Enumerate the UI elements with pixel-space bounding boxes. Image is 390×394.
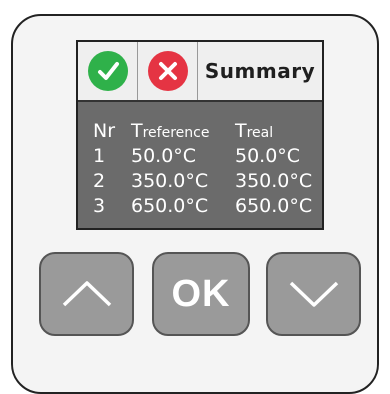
screen-header: Summary bbox=[78, 42, 322, 102]
header-nr: Nr bbox=[93, 120, 116, 142]
row-nr: 1 bbox=[93, 145, 106, 167]
chevron-up-icon bbox=[62, 281, 111, 307]
table-header: Nr Treference Treal bbox=[90, 120, 322, 145]
row-reference: 50.0°C bbox=[131, 145, 197, 167]
row-nr: 2 bbox=[93, 170, 106, 192]
header-treference-prefix: T bbox=[131, 120, 143, 142]
row-real: 350.0°C bbox=[235, 170, 313, 192]
ok-button[interactable]: OK bbox=[152, 252, 250, 336]
row-real: 650.0°C bbox=[235, 195, 313, 217]
header-treal-prefix: T bbox=[235, 120, 247, 142]
header-treal-sub: real bbox=[246, 125, 274, 141]
header-treference: Treference bbox=[131, 120, 209, 142]
down-button[interactable] bbox=[266, 252, 361, 336]
row-nr: 3 bbox=[93, 195, 106, 217]
table-row: 3 650.0°C 650.0°C bbox=[90, 195, 322, 220]
table-row: 1 50.0°C 50.0°C bbox=[90, 145, 322, 170]
ok-button-label: OK bbox=[171, 272, 231, 315]
screen-title: Summary bbox=[204, 59, 316, 83]
cross-icon bbox=[147, 51, 188, 91]
up-button[interactable] bbox=[39, 252, 134, 336]
display-screen: Summary Nr Treference Treal 1 50.0°C 50.… bbox=[76, 40, 324, 230]
checkmark-icon bbox=[87, 51, 128, 91]
row-reference: 650.0°C bbox=[131, 195, 209, 217]
row-real: 50.0°C bbox=[235, 145, 301, 167]
confirm-button[interactable] bbox=[78, 42, 138, 100]
header-treal: Treal bbox=[235, 120, 273, 142]
header-treference-sub: reference bbox=[142, 125, 210, 141]
cancel-button[interactable] bbox=[138, 42, 198, 100]
table-row: 2 350.0°C 350.0°C bbox=[90, 170, 322, 195]
chevron-down-icon bbox=[289, 281, 338, 307]
row-reference: 350.0°C bbox=[131, 170, 209, 192]
summary-table: Nr Treference Treal 1 50.0°C 50.0°C 2 35… bbox=[90, 120, 322, 220]
